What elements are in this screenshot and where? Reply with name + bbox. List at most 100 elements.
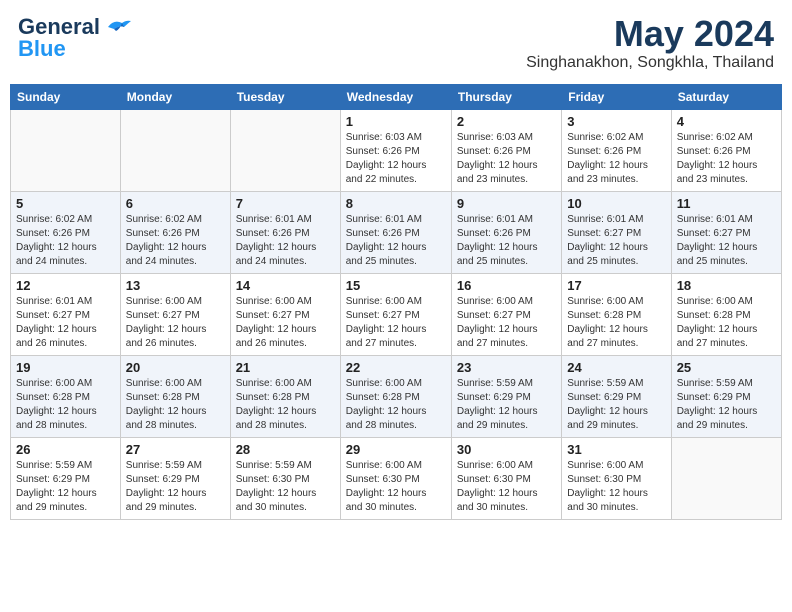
calendar-body: 1 Sunrise: 6:03 AM Sunset: 6:26 PM Daylig… (11, 109, 782, 519)
calendar-cell (120, 109, 230, 191)
day-info: Sunrise: 6:00 AM Sunset: 6:28 PM Dayligh… (567, 295, 665, 351)
calendar-cell: 17 Sunrise: 6:00 AM Sunset: 6:28 PM Dayli… (562, 273, 671, 355)
calendar-cell: 16 Sunrise: 6:00 AM Sunset: 6:27 PM Dayli… (451, 273, 561, 355)
calendar-cell: 5 Sunrise: 6:02 AM Sunset: 6:26 PM Daylig… (11, 191, 121, 273)
day-info: Sunrise: 6:02 AM Sunset: 6:26 PM Dayligh… (16, 213, 115, 269)
calendar-week-row: 5 Sunrise: 6:02 AM Sunset: 6:26 PM Daylig… (11, 191, 782, 273)
day-info: Sunrise: 6:01 AM Sunset: 6:27 PM Dayligh… (16, 295, 115, 351)
weekday-header-row: SundayMondayTuesdayWednesdayThursdayFrid… (11, 84, 782, 109)
day-info: Sunrise: 6:00 AM Sunset: 6:27 PM Dayligh… (236, 295, 335, 351)
month-title: May 2024 (526, 14, 774, 54)
calendar-table: SundayMondayTuesdayWednesdayThursdayFrid… (10, 84, 782, 520)
calendar-cell: 20 Sunrise: 6:00 AM Sunset: 6:28 PM Dayli… (120, 355, 230, 437)
calendar-cell: 3Sunrise: 6:02 AM Sunset: 6:26 PM Daylig… (562, 109, 671, 191)
day-number: 21 (236, 360, 335, 375)
calendar-cell (11, 109, 121, 191)
day-number: 23 (457, 360, 556, 375)
day-number: 9 (457, 196, 556, 211)
day-number: 8 (346, 196, 446, 211)
day-number: 17 (567, 278, 665, 293)
calendar-cell: 23 Sunrise: 5:59 AM Sunset: 6:29 PM Dayli… (451, 355, 561, 437)
day-info: Sunrise: 6:02 AM Sunset: 6:26 PM Dayligh… (677, 131, 776, 187)
day-info: Sunrise: 5:59 AM Sunset: 6:29 PM Dayligh… (457, 377, 556, 433)
calendar-cell: 14 Sunrise: 6:00 AM Sunset: 6:27 PM Dayli… (230, 273, 340, 355)
day-number: 30 (457, 442, 556, 457)
weekday-header-wednesday: Wednesday (340, 84, 451, 109)
page-header: General Blue May 2024 Singhanakhon, Song… (10, 10, 782, 76)
day-info: Sunrise: 6:01 AM Sunset: 6:26 PM Dayligh… (457, 213, 556, 269)
day-number: 10 (567, 196, 665, 211)
day-number: 15 (346, 278, 446, 293)
day-number: 20 (126, 360, 225, 375)
weekday-header-saturday: Saturday (671, 84, 781, 109)
day-info: Sunrise: 6:00 AM Sunset: 6:28 PM Dayligh… (677, 295, 776, 351)
day-info: Sunrise: 5:59 AM Sunset: 6:29 PM Dayligh… (126, 459, 225, 515)
day-number: 13 (126, 278, 225, 293)
calendar-cell: 27 Sunrise: 5:59 AM Sunset: 6:29 PM Dayli… (120, 437, 230, 519)
day-info: Sunrise: 6:01 AM Sunset: 6:26 PM Dayligh… (346, 213, 446, 269)
day-info: Sunrise: 6:00 AM Sunset: 6:27 PM Dayligh… (457, 295, 556, 351)
day-info: Sunrise: 6:00 AM Sunset: 6:27 PM Dayligh… (346, 295, 446, 351)
day-number: 26 (16, 442, 115, 457)
day-number: 12 (16, 278, 115, 293)
day-number: 28 (236, 442, 335, 457)
calendar-cell: 4Sunrise: 6:02 AM Sunset: 6:26 PM Daylig… (671, 109, 781, 191)
calendar-cell: 13 Sunrise: 6:00 AM Sunset: 6:27 PM Dayli… (120, 273, 230, 355)
day-info: Sunrise: 6:01 AM Sunset: 6:27 PM Dayligh… (677, 213, 776, 269)
day-number: 27 (126, 442, 225, 457)
calendar-cell: 10 Sunrise: 6:01 AM Sunset: 6:27 PM Dayli… (562, 191, 671, 273)
day-number: 31 (567, 442, 665, 457)
calendar-cell: 25 Sunrise: 5:59 AM Sunset: 6:29 PM Dayli… (671, 355, 781, 437)
calendar-cell: 31 Sunrise: 6:00 AM Sunset: 6:30 PM Dayli… (562, 437, 671, 519)
calendar-cell: 30 Sunrise: 6:00 AM Sunset: 6:30 PM Dayli… (451, 437, 561, 519)
day-number: 11 (677, 196, 776, 211)
day-info: Sunrise: 6:00 AM Sunset: 6:28 PM Dayligh… (126, 377, 225, 433)
calendar-cell: 8 Sunrise: 6:01 AM Sunset: 6:26 PM Daylig… (340, 191, 451, 273)
day-info: Sunrise: 6:00 AM Sunset: 6:30 PM Dayligh… (346, 459, 446, 515)
day-info: Sunrise: 5:59 AM Sunset: 6:29 PM Dayligh… (567, 377, 665, 433)
logo: General Blue (18, 14, 132, 62)
day-info: Sunrise: 5:59 AM Sunset: 6:29 PM Dayligh… (16, 459, 115, 515)
day-number: 18 (677, 278, 776, 293)
day-number: 7 (236, 196, 335, 211)
calendar-cell: 1 Sunrise: 6:03 AM Sunset: 6:26 PM Daylig… (340, 109, 451, 191)
day-info: Sunrise: 6:00 AM Sunset: 6:27 PM Dayligh… (126, 295, 225, 351)
day-number: 29 (346, 442, 446, 457)
day-info: Sunrise: 5:59 AM Sunset: 6:30 PM Dayligh… (236, 459, 335, 515)
calendar-week-row: 26 Sunrise: 5:59 AM Sunset: 6:29 PM Dayli… (11, 437, 782, 519)
weekday-header-tuesday: Tuesday (230, 84, 340, 109)
calendar-cell (230, 109, 340, 191)
day-number: 22 (346, 360, 446, 375)
calendar-cell: 29 Sunrise: 6:00 AM Sunset: 6:30 PM Dayli… (340, 437, 451, 519)
calendar-cell: 2 Sunrise: 6:03 AM Sunset: 6:26 PM Daylig… (451, 109, 561, 191)
weekday-header-friday: Friday (562, 84, 671, 109)
day-info: Sunrise: 6:03 AM Sunset: 6:26 PM Dayligh… (457, 131, 556, 187)
weekday-header-monday: Monday (120, 84, 230, 109)
calendar-cell: 22 Sunrise: 6:00 AM Sunset: 6:28 PM Dayli… (340, 355, 451, 437)
day-number: 16 (457, 278, 556, 293)
day-info: Sunrise: 6:03 AM Sunset: 6:26 PM Dayligh… (346, 131, 446, 187)
calendar-cell: 12 Sunrise: 6:01 AM Sunset: 6:27 PM Dayli… (11, 273, 121, 355)
day-number: 5 (16, 196, 115, 211)
day-number: 14 (236, 278, 335, 293)
day-info: Sunrise: 6:00 AM Sunset: 6:30 PM Dayligh… (567, 459, 665, 515)
calendar-cell: 21 Sunrise: 6:00 AM Sunset: 6:28 PM Dayli… (230, 355, 340, 437)
day-info: Sunrise: 6:00 AM Sunset: 6:30 PM Dayligh… (457, 459, 556, 515)
day-info: Sunrise: 6:01 AM Sunset: 6:27 PM Dayligh… (567, 213, 665, 269)
day-info: Sunrise: 6:02 AM Sunset: 6:26 PM Dayligh… (567, 131, 665, 187)
day-number: 1 (346, 114, 446, 129)
day-number: 2 (457, 114, 556, 129)
calendar-cell: 19Sunrise: 6:00 AM Sunset: 6:28 PM Dayli… (11, 355, 121, 437)
day-info: Sunrise: 6:00 AM Sunset: 6:28 PM Dayligh… (346, 377, 446, 433)
calendar-cell: 6Sunrise: 6:02 AM Sunset: 6:26 PM Daylig… (120, 191, 230, 273)
calendar-cell: 15 Sunrise: 6:00 AM Sunset: 6:27 PM Dayli… (340, 273, 451, 355)
calendar-cell: 24Sunrise: 5:59 AM Sunset: 6:29 PM Dayli… (562, 355, 671, 437)
weekday-header-sunday: Sunday (11, 84, 121, 109)
calendar-cell: 26 Sunrise: 5:59 AM Sunset: 6:29 PM Dayli… (11, 437, 121, 519)
day-number: 25 (677, 360, 776, 375)
day-info: Sunrise: 6:00 AM Sunset: 6:28 PM Dayligh… (16, 377, 115, 433)
day-info: Sunrise: 6:00 AM Sunset: 6:28 PM Dayligh… (236, 377, 335, 433)
day-info: Sunrise: 6:02 AM Sunset: 6:26 PM Dayligh… (126, 213, 225, 269)
day-info: Sunrise: 5:59 AM Sunset: 6:29 PM Dayligh… (677, 377, 776, 433)
weekday-header-thursday: Thursday (451, 84, 561, 109)
